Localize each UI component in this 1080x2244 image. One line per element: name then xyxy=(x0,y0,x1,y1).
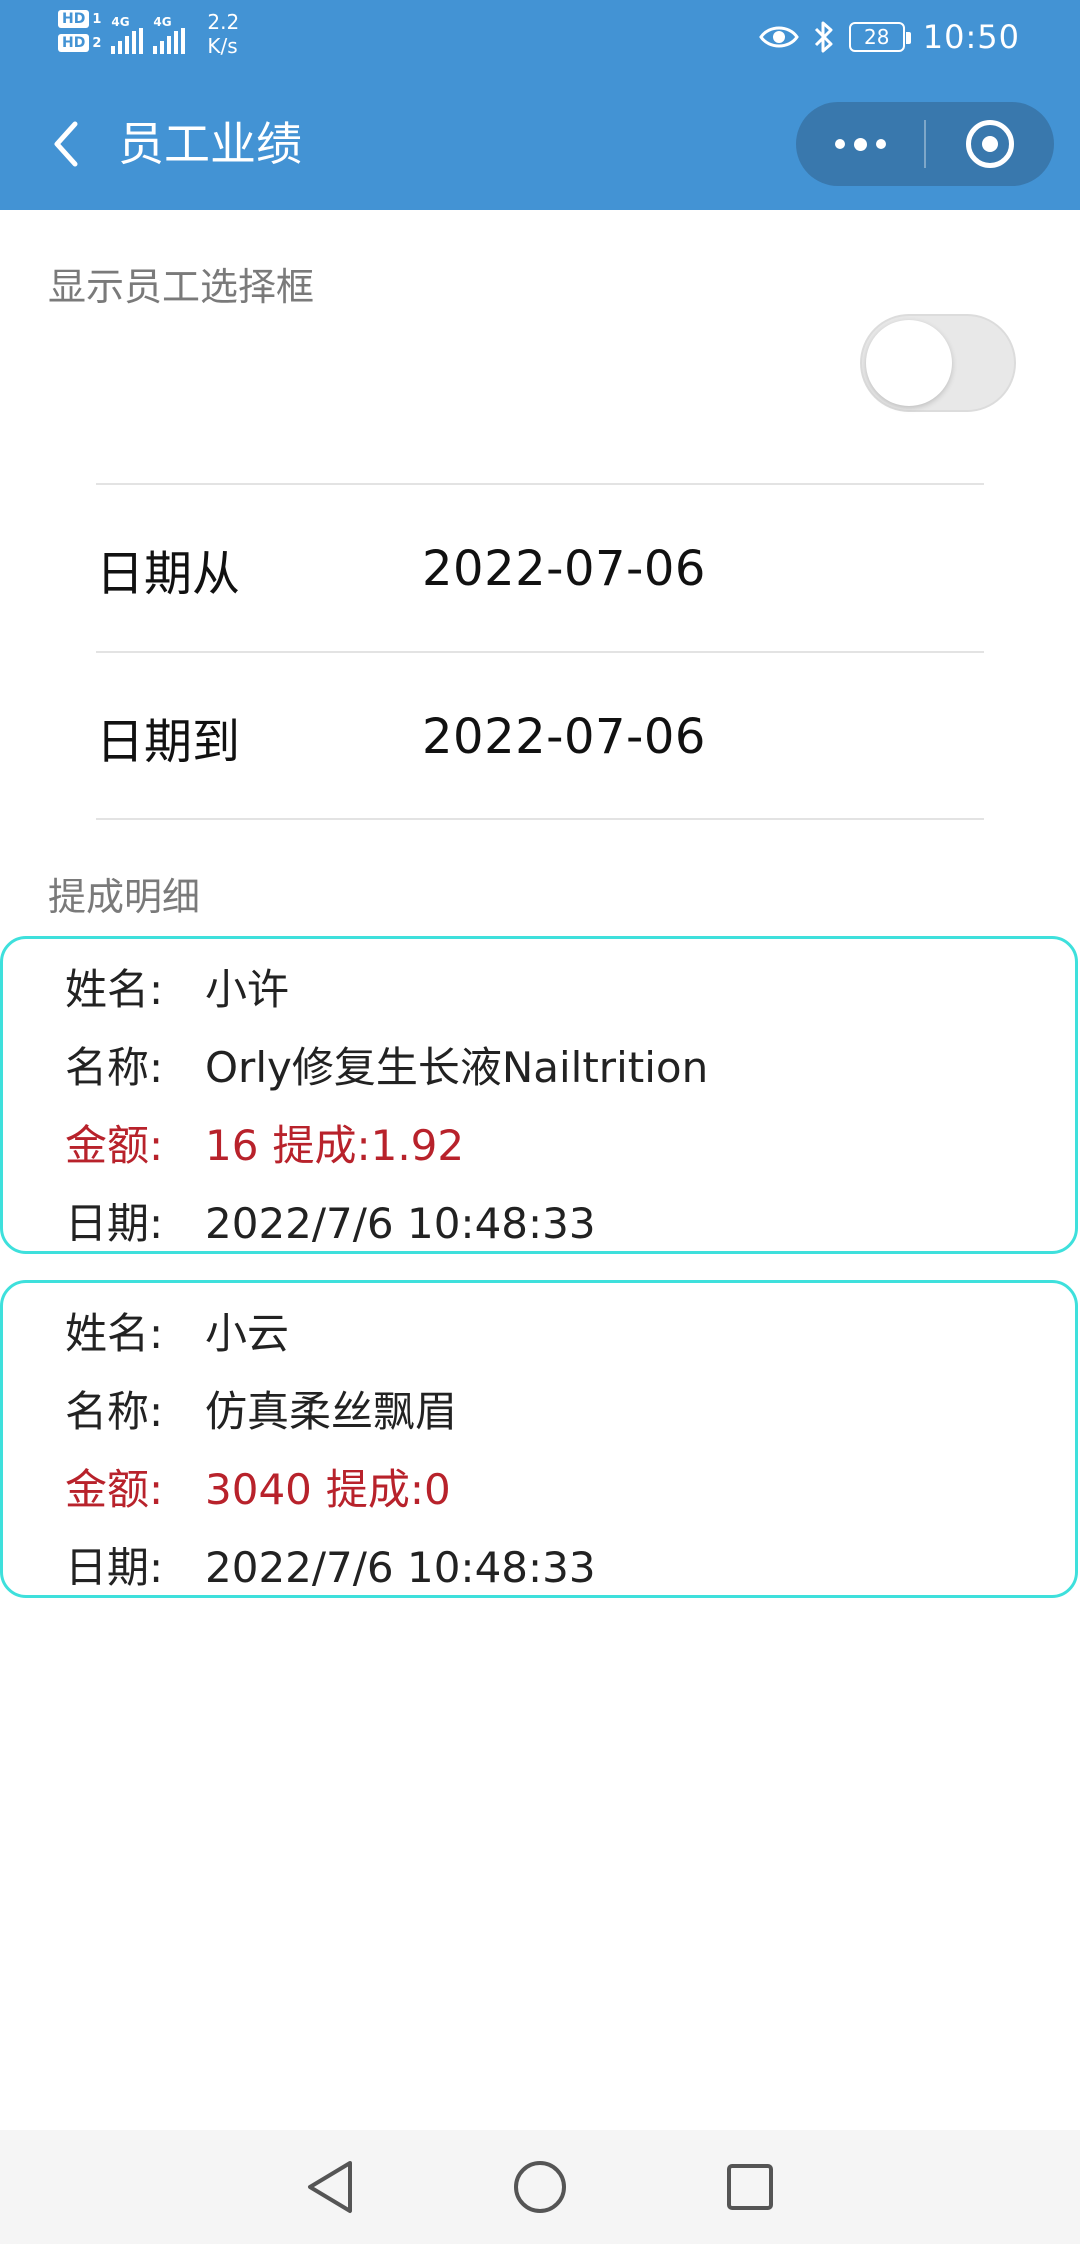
product-name: Orly修复生长液Nailtrition xyxy=(205,1043,709,1092)
divider xyxy=(96,483,984,485)
triangle-back-icon xyxy=(308,2161,352,2213)
name-key: 姓名: xyxy=(65,1309,164,1358)
product-key: 名称: xyxy=(65,1043,164,1092)
system-recents-button[interactable] xyxy=(720,2157,780,2217)
speed-unit: K/s xyxy=(207,34,238,58)
signal-1: 4G xyxy=(111,15,144,54)
hd-badge-1: HD xyxy=(58,10,90,28)
battery-level: 28 xyxy=(864,25,890,49)
more-dots-icon xyxy=(834,137,886,151)
card-name-line: 姓名: 小许 xyxy=(65,951,1075,1029)
system-back-button[interactable] xyxy=(300,2157,360,2217)
employee-name: 小云 xyxy=(205,1309,290,1358)
network-speed: 2.2 K/s xyxy=(207,10,239,58)
signal-bars-icon xyxy=(111,28,144,54)
date-to-label: 日期到 xyxy=(96,714,241,770)
divider xyxy=(96,651,984,653)
divider xyxy=(96,818,984,820)
date-from-label: 日期从 xyxy=(96,546,241,602)
battery-icon: 28 xyxy=(848,22,911,52)
date-key: 日期: xyxy=(65,1543,164,1592)
show-selector-label: 显示员工选择框 xyxy=(48,265,315,309)
record-date: 2022/7/6 10:48:33 xyxy=(205,1199,596,1248)
status-left: HD 1 HD 2 4G 4G 2.2 K/s xyxy=(58,10,239,58)
commission-value: 1.92 xyxy=(370,1121,465,1170)
network-type-2: 4G xyxy=(153,15,172,29)
amount-value: 16 xyxy=(205,1121,259,1170)
hd-badge-2: HD xyxy=(58,34,90,52)
card-amount-line: 金额: 16 提成: 1.92 xyxy=(65,1107,1075,1185)
speed-value: 2.2 xyxy=(207,10,240,34)
chevron-left-icon xyxy=(54,121,78,167)
system-navigation-bar xyxy=(0,2130,1080,2244)
bluetooth-icon xyxy=(814,21,833,53)
signal-2: 4G xyxy=(153,15,186,54)
commission-card[interactable]: 姓名: 小许 名称: Orly修复生长液Nailtrition 金额: 16 提… xyxy=(0,936,1078,1254)
navigation-bar: 员工业绩 xyxy=(0,78,1080,210)
date-to-row[interactable]: 日期到 2022-07-06 xyxy=(96,654,984,820)
hd-num-2: 2 xyxy=(92,35,102,51)
hd-indicators: HD 1 HD 2 xyxy=(58,10,101,52)
page-title: 员工业绩 xyxy=(118,117,302,171)
system-home-button[interactable] xyxy=(510,2157,570,2217)
status-time: 10:50 xyxy=(922,18,1020,56)
amount-key: 金额: xyxy=(65,1465,164,1514)
eye-icon xyxy=(758,26,799,48)
hd-1: HD 1 xyxy=(58,10,101,28)
name-key: 姓名: xyxy=(65,965,164,1014)
date-key: 日期: xyxy=(65,1199,164,1248)
record-date: 2022/7/6 10:48:33 xyxy=(205,1543,596,1592)
signal-bars-icon xyxy=(153,28,186,54)
square-recents-icon xyxy=(727,2164,773,2210)
show-selector-toggle[interactable] xyxy=(860,314,1016,412)
close-miniprogram-button[interactable] xyxy=(926,102,1054,186)
card-name-line: 姓名: 小云 xyxy=(65,1295,1075,1373)
target-circle-icon xyxy=(966,120,1014,168)
employee-name: 小许 xyxy=(205,965,290,1014)
amount-value: 3040 xyxy=(205,1465,312,1514)
detail-section-title: 提成明细 xyxy=(48,875,201,919)
hd-2: HD 2 xyxy=(58,34,101,52)
card-date-line: 日期: 2022/7/6 10:48:33 xyxy=(65,1529,1075,1607)
commission-key: 提成: xyxy=(325,1465,425,1514)
commission-value: 0 xyxy=(424,1465,451,1514)
circle-home-icon xyxy=(514,2161,566,2213)
product-key: 名称: xyxy=(65,1387,164,1436)
commission-key: 提成: xyxy=(272,1121,371,1170)
network-type-1: 4G xyxy=(111,15,130,29)
product-name: 仿真柔丝飘眉 xyxy=(205,1387,458,1436)
mini-program-capsule xyxy=(796,102,1054,186)
card-amount-line: 金额: 3040 提成: 0 xyxy=(65,1451,1075,1529)
card-product-line: 名称: Orly修复生长液Nailtrition xyxy=(65,1029,1075,1107)
back-button[interactable] xyxy=(36,114,96,174)
commission-card[interactable]: 姓名: 小云 名称: 仿真柔丝飘眉 金额: 3040 提成: 0 日期: 202… xyxy=(0,1280,1078,1598)
toggle-knob xyxy=(866,320,952,406)
hd-num-1: 1 xyxy=(92,11,102,27)
card-date-line: 日期: 2022/7/6 10:48:33 xyxy=(65,1185,1075,1263)
date-to-value[interactable]: 2022-07-06 xyxy=(422,709,706,765)
date-from-value[interactable]: 2022-07-06 xyxy=(422,541,706,597)
status-bar: HD 1 HD 2 4G 4G 2.2 K/s 28 10:50 xyxy=(0,0,1080,78)
status-right: 28 10:50 xyxy=(758,18,1020,56)
date-from-row[interactable]: 日期从 2022-07-06 xyxy=(96,486,984,652)
amount-key: 金额: xyxy=(65,1121,164,1170)
card-product-line: 名称: 仿真柔丝飘眉 xyxy=(65,1373,1075,1451)
more-button[interactable] xyxy=(796,102,924,186)
